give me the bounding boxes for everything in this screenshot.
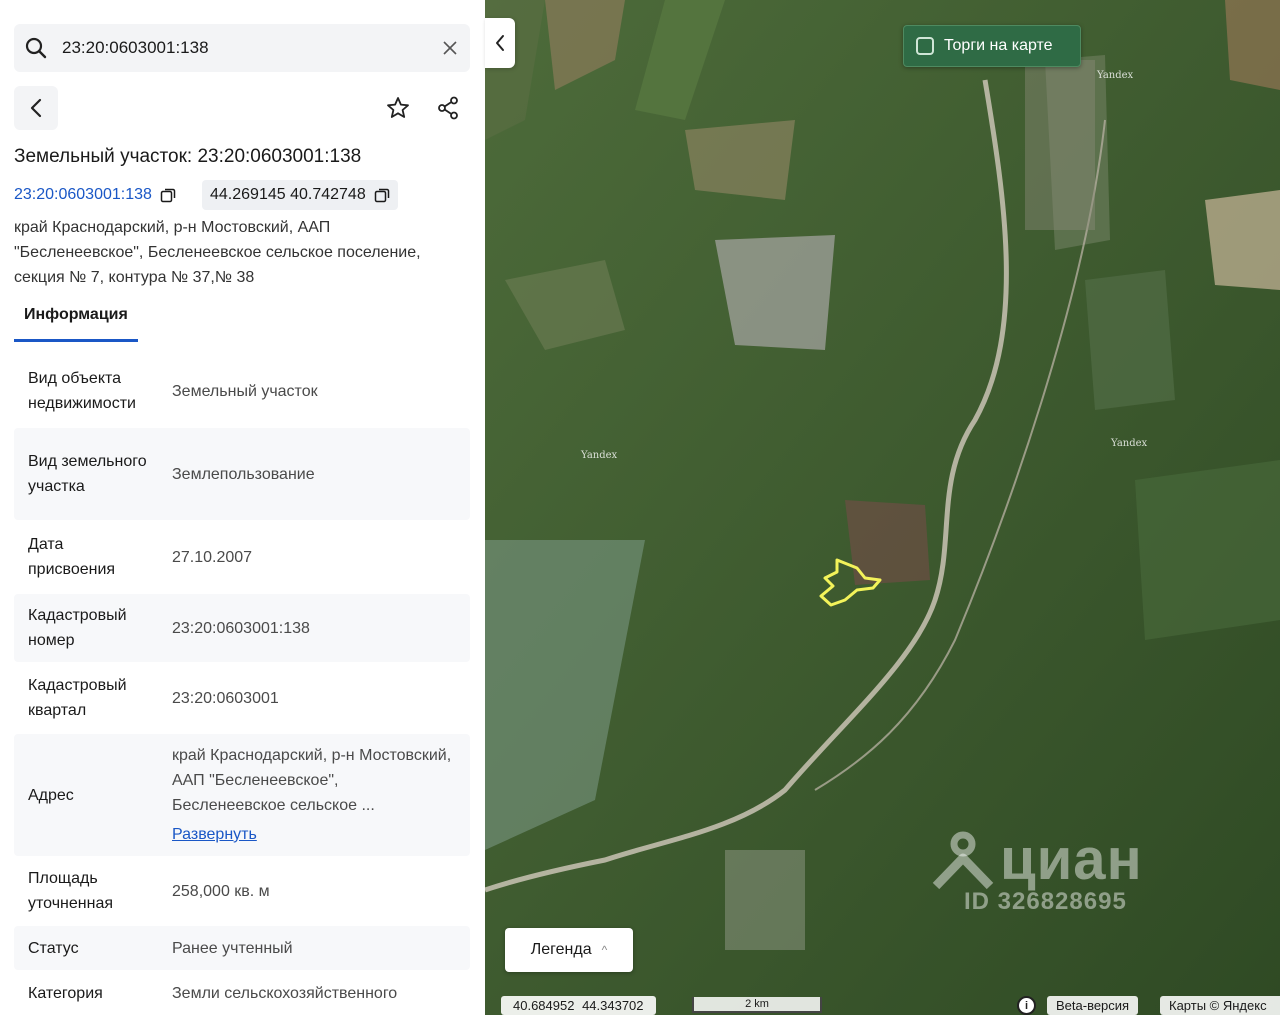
info-key: Адрес: [28, 786, 74, 804]
info-value: Земельный участок: [172, 382, 318, 400]
page-title: Земельный участок: 23:20:0603001:138: [14, 146, 362, 167]
info-table: Вид объекта недвижимости Земельный участ…: [14, 354, 470, 1015]
chevron-up-icon: ^: [601, 943, 608, 957]
info-value: 27.10.2007: [172, 548, 253, 566]
info-key: Площадь уточненная: [28, 870, 113, 912]
info-row-assign-date: Дата присвоения 27.10.2007: [14, 520, 470, 594]
info-value-wrap: край Краснодарский, р-н Мостовский, ААП …: [172, 743, 456, 847]
info-row-land-type: Вид земельного участка Землепользование: [14, 428, 470, 520]
panel-toolbar: [14, 86, 470, 130]
info-key: Категория: [28, 984, 103, 1002]
info-value: 258,000 кв. м: [172, 882, 270, 900]
map-copyright[interactable]: Карты © Яндекс: [1160, 996, 1280, 1015]
info-value: Ранее учтенный: [172, 939, 293, 957]
back-button[interactable]: [14, 86, 58, 130]
info-value: 23:20:0603001:138: [172, 619, 310, 637]
auctions-label: Торги на карте: [944, 37, 1053, 54]
info-value: 23:20:0603001: [172, 689, 279, 707]
search-bar: [14, 24, 470, 72]
collapse-panel-button[interactable]: [485, 18, 515, 68]
chevron-left-icon: [30, 98, 42, 118]
auctions-checkbox[interactable]: [916, 37, 934, 55]
copy-icon[interactable]: [374, 187, 390, 203]
info-key: Кадастровый номер: [28, 607, 127, 649]
beta-link[interactable]: Beta-версия: [1047, 996, 1139, 1015]
scale-bar: 2 km: [692, 997, 822, 1013]
cadastral-number-text: 23:20:0603001:138: [14, 186, 152, 203]
chevron-left-icon: [496, 35, 504, 51]
legend-button[interactable]: Легенда ^: [505, 928, 633, 972]
info-key: Дата присвоения: [28, 536, 116, 578]
tab-information[interactable]: Информация: [14, 300, 138, 342]
map-tile-label: Yandex: [1111, 438, 1148, 449]
info-panel: Земельный участок: 23:20:0603001:138 23:…: [0, 0, 485, 1015]
info-row-cadastral-quarter: Кадастровый квартал 23:20:0603001: [14, 662, 470, 734]
info-row-status: Статус Ранее учтенный: [14, 926, 470, 970]
star-icon: [387, 97, 409, 118]
parcel-address: край Краснодарский, р-н Мостовский, ААП …: [14, 219, 421, 286]
info-icon[interactable]: i: [1017, 996, 1036, 1015]
cursor-coordinates: 40.684952 44.343702: [501, 996, 656, 1015]
search-input[interactable]: [58, 24, 430, 72]
info-key: Кадастровый квартал: [28, 677, 127, 719]
coordinates-text: 44.269145 40.742748: [210, 186, 366, 203]
info-key: Статус: [28, 939, 79, 957]
search-icon[interactable]: [14, 24, 58, 72]
info-row-address: Адрес край Краснодарский, р-н Мостовский…: [14, 734, 470, 856]
map-tile-label: Yandex: [581, 450, 618, 461]
info-row-cadastral-number: Кадастровый номер 23:20:0603001:138: [14, 594, 470, 662]
copy-icon[interactable]: [160, 187, 176, 203]
satellite-imagery: [485, 0, 1280, 1015]
legend-label: Легенда: [530, 941, 592, 958]
share-icon: [438, 96, 458, 120]
satellite-map[interactable]: Yandex Yandex Yandex циан ID 326828695: [485, 0, 1280, 1015]
cadastral-number-link[interactable]: 23:20:0603001:138: [14, 180, 176, 210]
info-value: край Краснодарский, р-н Мостовский, ААП …: [172, 747, 452, 814]
app-root: Земельный участок: 23:20:0603001:138 23:…: [0, 0, 1280, 1015]
map-tile-label: Yandex: [1097, 70, 1134, 81]
info-key: Вид земельного участка: [28, 453, 147, 495]
info-key: Вид объекта недвижимости: [28, 370, 136, 412]
info-value: Земли сельскохозяйственного: [172, 984, 398, 1002]
info-value: Землепользование: [172, 465, 315, 483]
info-row-category: Категория Земли сельскохозяйственного: [14, 970, 470, 1015]
share-button[interactable]: [428, 86, 468, 130]
favorite-button[interactable]: [378, 86, 418, 130]
coordinates-chip[interactable]: 44.269145 40.742748: [202, 180, 398, 210]
clear-icon[interactable]: [430, 24, 470, 72]
info-row-object-type: Вид объекта недвижимости Земельный участ…: [14, 354, 470, 428]
auctions-toggle[interactable]: Торги на карте: [903, 25, 1081, 67]
tab-bar: Информация: [14, 300, 138, 342]
expand-address-link[interactable]: Развернуть: [172, 822, 456, 847]
info-row-area: Площадь уточненная 258,000 кв. м: [14, 856, 470, 926]
